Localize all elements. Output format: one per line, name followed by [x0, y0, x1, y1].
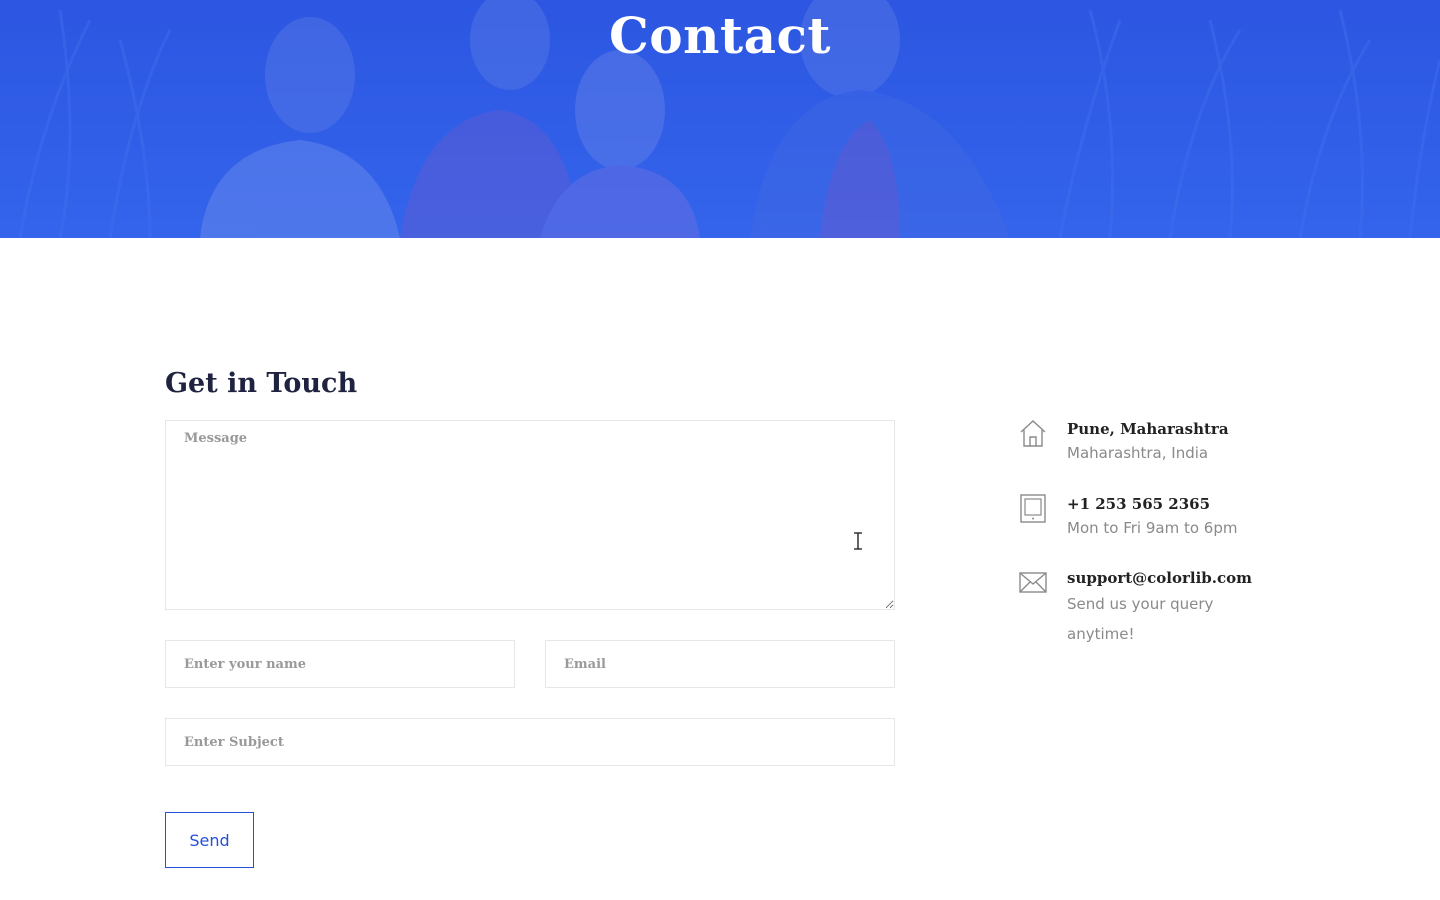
- address-subtitle: Maharashtra, India: [1067, 444, 1209, 462]
- phone-subtitle: Mon to Fri 9am to 6pm: [1067, 519, 1238, 537]
- subject-input[interactable]: [165, 718, 895, 766]
- page-title: Contact: [608, 6, 832, 65]
- name-input[interactable]: [165, 640, 515, 688]
- email-input[interactable]: [545, 640, 895, 688]
- tablet-icon: [1018, 493, 1048, 523]
- contact-info-phone: +1 253 565 2365 Mon to Fri 9am to 6pm: [1018, 493, 1318, 543]
- home-icon: [1018, 418, 1048, 448]
- email-icon: [1018, 567, 1048, 597]
- text-cursor-icon: [852, 532, 864, 550]
- contact-info-address: Pune, Maharashtra Maharashtra, India: [1018, 418, 1318, 468]
- address-title: Pune, Maharashtra: [1067, 420, 1229, 438]
- send-button[interactable]: Send: [165, 812, 254, 868]
- phone-title: +1 253 565 2365: [1067, 495, 1211, 513]
- hero-banner: Contact: [0, 0, 1440, 238]
- email-title: support@colorlib.com: [1067, 569, 1253, 587]
- message-textarea[interactable]: [165, 420, 895, 610]
- email-subtitle: Send us your query anytime!: [1067, 595, 1214, 643]
- contact-info-email: support@colorlib.com Send us your query …: [1018, 567, 1318, 647]
- section-heading: Get in Touch: [165, 368, 358, 399]
